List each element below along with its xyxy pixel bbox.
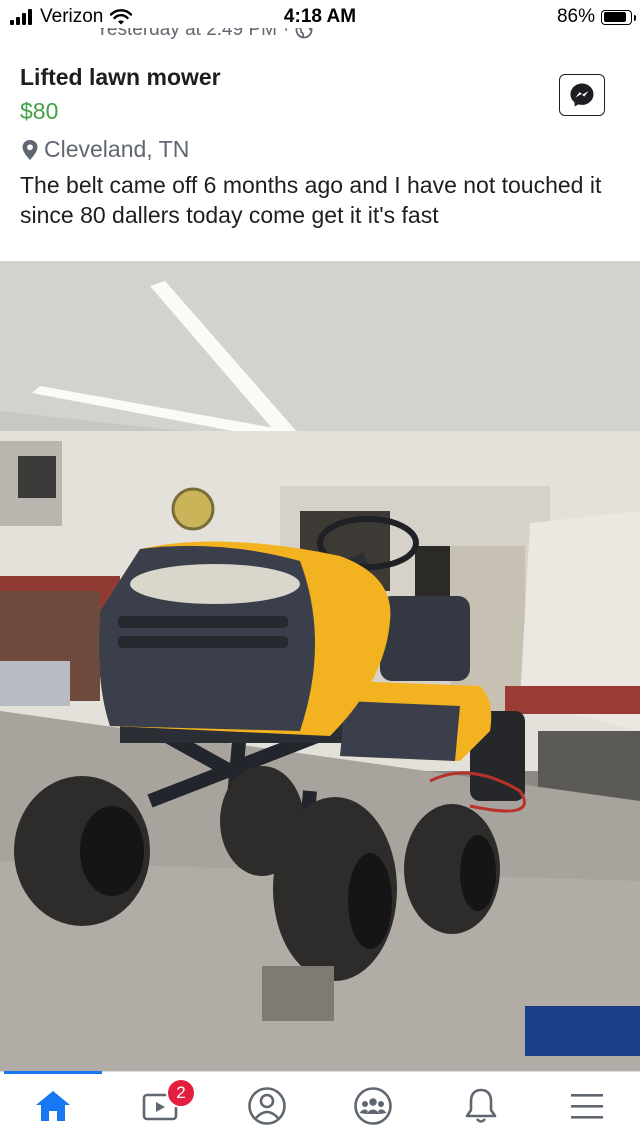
timestamp-separator: · bbox=[282, 28, 290, 40]
location-text: Cleveland, TN bbox=[44, 136, 190, 162]
listing-photo[interactable] bbox=[0, 261, 640, 1071]
battery-percent: 86% bbox=[556, 6, 595, 27]
nav-notifications[interactable] bbox=[459, 1084, 503, 1128]
nav-home[interactable] bbox=[31, 1084, 75, 1128]
timestamp-text: Yesterday at 2:49 PM bbox=[96, 28, 277, 40]
lifted-mower-photo bbox=[0, 261, 640, 1071]
watch-notification-badge: 2 bbox=[166, 1078, 196, 1108]
status-time: 4:18 AM bbox=[283, 6, 357, 27]
bell-icon bbox=[465, 1088, 497, 1123]
globe-icon bbox=[295, 28, 313, 39]
status-right: 86% bbox=[556, 6, 636, 28]
nav-profile[interactable] bbox=[245, 1084, 289, 1128]
battery-icon bbox=[601, 9, 636, 25]
active-tab-indicator bbox=[4, 1071, 102, 1074]
post-timestamp-row: Yesterday at 2:49 PM · bbox=[0, 28, 640, 43]
menu-icon bbox=[571, 1094, 603, 1119]
nav-groups[interactable] bbox=[351, 1084, 395, 1128]
groups-icon bbox=[354, 1087, 392, 1125]
message-seller-button[interactable] bbox=[559, 74, 605, 116]
listing-title: Lifted lawn mower bbox=[20, 64, 221, 90]
messenger-icon bbox=[570, 83, 594, 107]
listing-description: The belt came off 6 months ago and I hav… bbox=[20, 172, 602, 228]
listing-location[interactable]: Cleveland, TN bbox=[22, 136, 189, 163]
bottom-nav: 2 bbox=[0, 1071, 640, 1139]
home-icon bbox=[36, 1091, 70, 1121]
post-timestamp: Yesterday at 2:49 PM · bbox=[96, 28, 313, 41]
listing-price: $80 bbox=[20, 98, 59, 124]
profile-icon bbox=[248, 1087, 286, 1125]
location-pin-icon bbox=[22, 139, 38, 160]
battery-level bbox=[603, 12, 626, 22]
nav-menu[interactable] bbox=[565, 1084, 609, 1128]
